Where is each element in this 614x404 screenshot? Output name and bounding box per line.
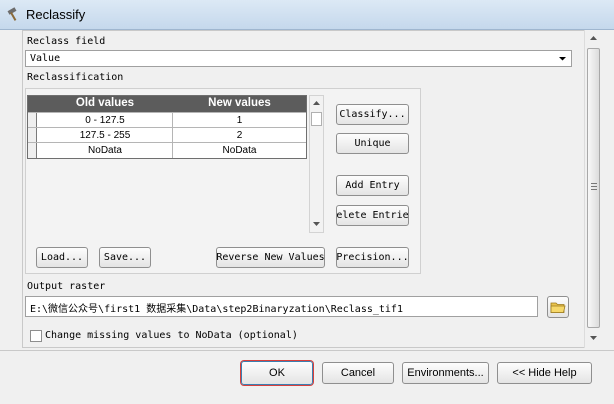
table-row[interactable]: NoData NoData [28, 142, 306, 158]
missing-to-nodata-label: Change missing values to NoData (optiona… [45, 330, 298, 341]
table-row[interactable]: 127.5 - 255 2 [28, 127, 306, 143]
old-value-cell[interactable]: 127.5 - 255 [38, 130, 172, 141]
scroll-thumb[interactable] [311, 112, 322, 126]
row-selector[interactable] [28, 143, 37, 158]
classify-button[interactable]: Classify... [336, 104, 409, 125]
cancel-button[interactable]: Cancel [322, 362, 394, 384]
reclass-field-value: Value [30, 53, 61, 64]
footer-divider [0, 350, 614, 351]
window-title: Reclassify [26, 7, 86, 22]
panel-scrollbar[interactable] [584, 30, 602, 348]
browse-folder-button[interactable] [547, 296, 569, 318]
scroll-up-icon[interactable] [312, 99, 321, 107]
output-raster-path: E:\微信公众号\first1 数据采集\Data\step2Binaryzat… [30, 304, 403, 315]
save-button[interactable]: Save... [99, 247, 151, 268]
missing-to-nodata-checkbox[interactable] [30, 330, 42, 342]
load-button[interactable]: Load... [36, 247, 88, 268]
precision-button[interactable]: Precision... [336, 247, 409, 268]
table-scrollbar[interactable] [309, 95, 324, 233]
new-value-cell[interactable]: NoData [173, 145, 306, 156]
delete-entries-button[interactable]: elete Entrie [336, 205, 409, 226]
table-row[interactable]: 0 - 127.5 1 [28, 112, 306, 128]
scroll-thumb[interactable] [587, 48, 600, 328]
column-header-new-values[interactable]: New values [173, 97, 306, 109]
reclass-field-select[interactable]: Value [25, 50, 572, 67]
new-value-cell[interactable]: 1 [173, 115, 306, 126]
ok-button[interactable]: OK [241, 361, 313, 385]
column-divider [172, 112, 173, 158]
new-value-cell[interactable]: 2 [173, 130, 306, 141]
hide-help-button[interactable]: << Hide Help [497, 362, 592, 384]
scroll-down-icon[interactable] [589, 334, 598, 342]
unique-button[interactable]: Unique [336, 133, 409, 154]
row-selector[interactable] [28, 113, 37, 128]
column-header-old-values[interactable]: Old values [38, 97, 172, 109]
old-value-cell[interactable]: NoData [38, 145, 172, 156]
hammer-tool-icon [7, 7, 17, 21]
chevron-down-icon [559, 57, 566, 61]
scroll-up-icon[interactable] [589, 34, 598, 42]
reclass-field-label: Reclass field [27, 36, 106, 47]
output-raster-label: Output raster [27, 281, 106, 292]
reclassification-label: Reclassification [27, 72, 124, 83]
output-raster-input[interactable]: E:\微信公众号\first1 数据采集\Data\step2Binaryzat… [25, 296, 538, 317]
reverse-new-values-button[interactable]: Reverse New Values [216, 247, 325, 268]
title-bar: Reclassify [0, 0, 614, 30]
environments-button[interactable]: Environments... [402, 362, 489, 384]
row-selector[interactable] [28, 128, 37, 143]
scroll-down-icon[interactable] [312, 220, 321, 228]
reclass-table: Old values New values 0 - 127.5 1 127.5 … [27, 95, 307, 159]
add-entry-button[interactable]: Add Entry [336, 175, 409, 196]
folder-icon [550, 302, 566, 313]
old-value-cell[interactable]: 0 - 127.5 [38, 115, 172, 126]
table-header: Old values New values [28, 96, 306, 112]
